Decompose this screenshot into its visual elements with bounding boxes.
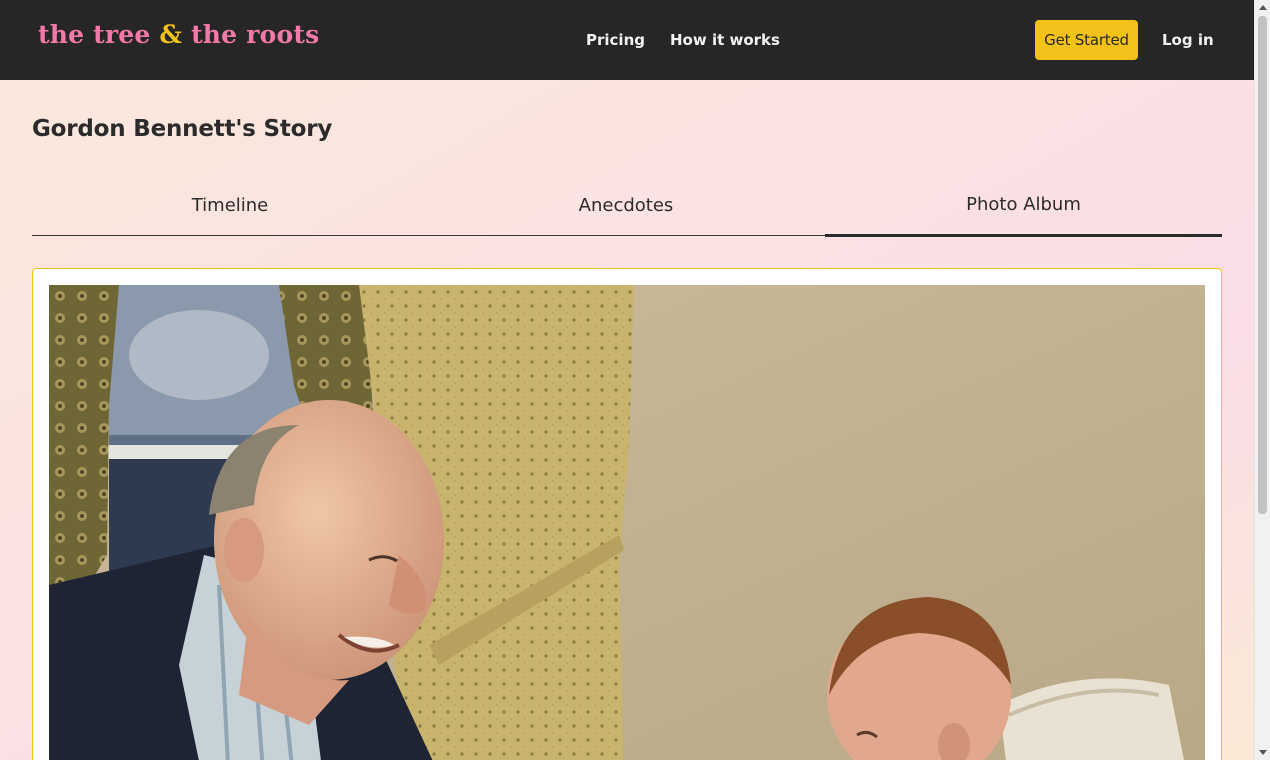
- nav-how-it-works-link[interactable]: How it works: [670, 31, 780, 49]
- photo-illustration: [49, 285, 1205, 760]
- get-started-button[interactable]: Get Started: [1035, 20, 1138, 60]
- tab-anecdotes[interactable]: Anecdotes: [428, 180, 824, 236]
- logo-text-part1: the tree: [38, 20, 151, 49]
- scroll-up-arrow-icon[interactable]: [1259, 5, 1267, 10]
- brand-logo[interactable]: the tree & the roots: [38, 20, 319, 49]
- page-title: Gordon Bennett's Story: [32, 116, 333, 142]
- active-tab-indicator: [825, 234, 1222, 237]
- scroll-down-arrow-icon[interactable]: [1259, 750, 1267, 755]
- logo-ampersand: &: [159, 20, 183, 49]
- top-navbar: the tree & the roots Pricing How it work…: [0, 0, 1254, 80]
- logo-text-part2: the roots: [191, 20, 320, 49]
- tab-photo-album[interactable]: Photo Album: [825, 180, 1222, 236]
- scrollbar-thumb[interactable]: [1258, 16, 1267, 514]
- album-photo[interactable]: [49, 285, 1205, 760]
- tab-timeline[interactable]: Timeline: [32, 180, 428, 236]
- photo-card: [32, 268, 1222, 760]
- page-scrollbar[interactable]: [1254, 0, 1270, 760]
- nav-pricing-link[interactable]: Pricing: [586, 31, 645, 49]
- story-tabs: Timeline Anecdotes Photo Album: [32, 180, 1222, 237]
- login-link[interactable]: Log in: [1162, 31, 1214, 49]
